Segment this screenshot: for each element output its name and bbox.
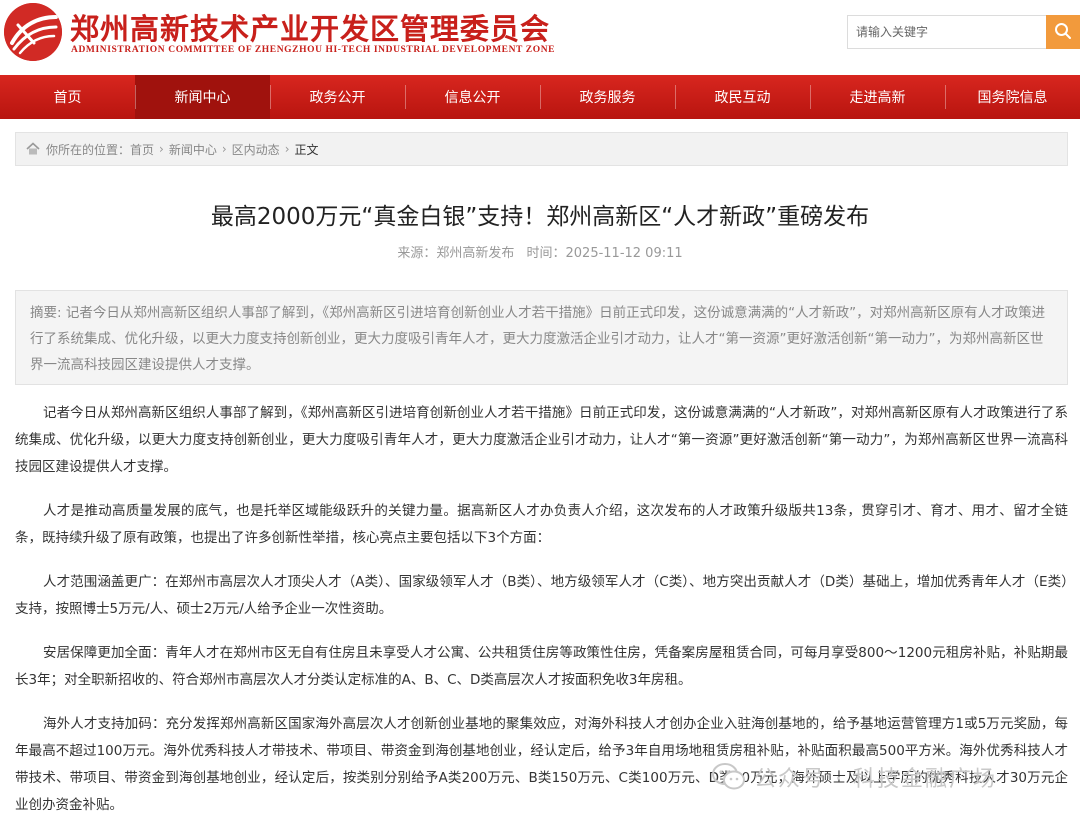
red-circle-emblem-icon[interactable] [4,3,62,61]
nav-item-state-council-info[interactable]: 国务院信息 [945,75,1080,119]
article-body: 记者今日从郑州高新区组织人事部了解到，《郑州高新区引进培育创新创业人才若干措施》… [15,400,1068,821]
main-nav: 首页 新闻中心 政务公开 信息公开 政务服务 政民互动 走进高新 国务院信息 [0,75,1080,119]
wechat-watermark: 公众号 · 科技金融广场 [712,761,997,793]
site-title: 郑州高新技术产业开发区管理委员会 [70,12,551,46]
nav-item-public-interaction[interactable]: 政民互动 [675,75,810,119]
breadcrumb-separator: › [221,142,227,156]
search-input[interactable] [847,15,1046,49]
breadcrumb-prefix: 你所在的位置： [46,142,131,157]
article-meta: 来源：郑州高新发布 时间：2025-11-12 09:11 [0,242,1080,261]
nav-item-government-affairs[interactable]: 政务公开 [270,75,405,119]
breadcrumb-district-news[interactable]: 区内动态 [232,141,280,158]
article-paragraph: 记者今日从郑州高新区组织人事部了解到，《郑州高新区引进培育创新创业人才若干措施》… [15,405,1068,475]
article-title: 最高2000万元“真金白银”支持！郑州高新区“人才新政”重磅发布 [210,204,870,230]
search-button[interactable] [1046,15,1080,49]
watermark-text: 公众号 · 科技金融广场 [754,767,997,792]
site-subtitle: ADMINISTRATION COMMITTEE OF ZHENGZHOU HI… [71,45,556,55]
home-icon [26,142,40,156]
nav-item-home[interactable]: 首页 [0,75,135,119]
article-summary: 摘要: 记者今日从郑州高新区组织人事部了解到，《郑州高新区引进培育创新创业人才若… [15,290,1068,385]
article-time: 时间：2025-11-12 09:11 [526,246,683,261]
nav-item-news-center[interactable]: 新闻中心 [135,75,270,119]
article-source: 来源：郑州高新发布 [397,246,515,261]
wechat-icon [712,763,746,791]
nav-item-government-services[interactable]: 政务服务 [540,75,675,119]
breadcrumb-home[interactable]: 首页 [130,141,154,158]
breadcrumb-current: 正文 [294,142,319,157]
site-header: 郑州高新技术产业开发区管理委员会 ADMINISTRATION COMMITTE… [0,0,1080,75]
nav-item-information-disclosure[interactable]: 信息公开 [405,75,540,119]
article-paragraph: 安居保障更加全面：青年人才在郑州市区无自有住房且未享受人才公寓、公共租赁住房等政… [15,645,1068,688]
breadcrumb-separator: › [284,142,290,156]
search-icon [1054,22,1072,43]
breadcrumb: 你所在的位置： 首页 › 新闻中心 › 区内动态 › 正文 [15,132,1068,166]
nav-item-about-hitech[interactable]: 走进高新 [810,75,945,119]
article-paragraph: 人才是推动高质量发展的底气，也是托举区域能级跃升的关键力量。据高新区人才办负责人… [15,503,1068,546]
breadcrumb-separator: › [159,142,164,156]
article-paragraph: 人才范围涵盖更广：在郑州市高层次人才顶尖人才（A类）、国家级领军人才（B类）、地… [15,574,1068,617]
breadcrumb-news-center[interactable]: 新闻中心 [169,141,217,158]
